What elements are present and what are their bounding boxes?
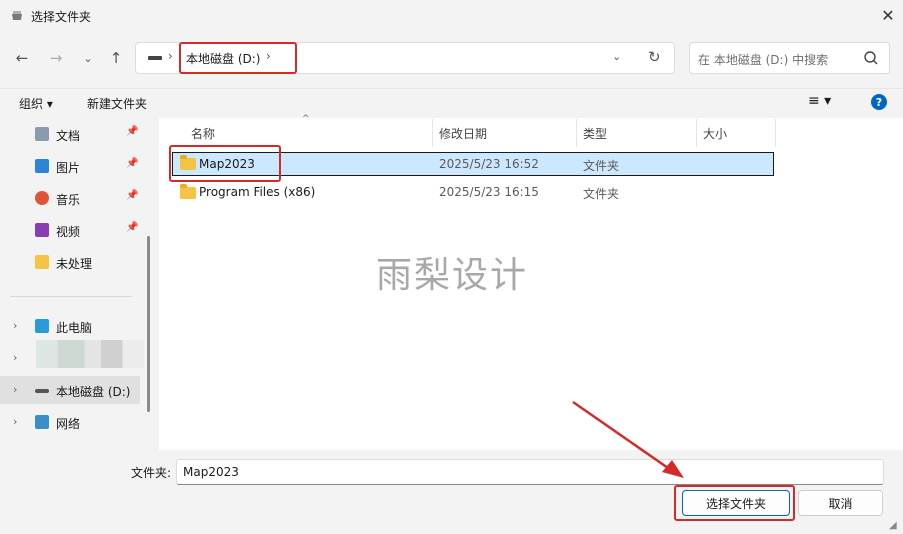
- sidebar-item-network[interactable]: › 网络: [0, 408, 148, 436]
- sidebar-label: 网络: [56, 417, 81, 431]
- column-header-size[interactable]: 大小: [703, 125, 727, 142]
- window-title: 选择文件夹: [31, 10, 92, 24]
- redacted-item: [36, 340, 144, 368]
- sidebar-divider: [10, 296, 132, 297]
- pin-icon[interactable]: 📌: [126, 158, 138, 169]
- sidebar-label: 本地磁盘 (D:): [56, 385, 131, 399]
- videos-icon: [35, 223, 49, 237]
- pictures-icon: [35, 159, 49, 173]
- toolbar-divider: [0, 88, 903, 89]
- sidebar-label: 图片: [56, 161, 81, 175]
- sidebar-item-this-pc[interactable]: › 此电脑: [0, 312, 148, 340]
- sidebar-item-documents[interactable]: 文档 📌: [0, 120, 148, 148]
- forward-arrow-icon[interactable]: →: [44, 46, 68, 70]
- highlight-box-map2023: [169, 145, 281, 182]
- file-type: 文件夹: [583, 159, 620, 173]
- sidebar-label: 未处理: [56, 257, 93, 271]
- drive-icon: [35, 389, 49, 393]
- back-arrow-icon[interactable]: ←: [10, 46, 34, 70]
- sidebar-item-drive-d[interactable]: › 本地磁盘 (D:): [0, 376, 140, 404]
- column-header-name[interactable]: 名称: [191, 125, 215, 142]
- up-arrow-icon[interactable]: ↑: [104, 46, 128, 70]
- file-type: 文件夹: [583, 187, 620, 201]
- sidebar-label: 音乐: [56, 193, 81, 207]
- sidebar-item-videos[interactable]: 视频 📌: [0, 216, 148, 244]
- sidebar-scrollbar[interactable]: [147, 236, 150, 412]
- sort-ascending-icon: ^: [302, 114, 310, 124]
- this-pc-icon: [35, 319, 49, 333]
- title-bar: [0, 0, 903, 32]
- sidebar-label: 视频: [56, 225, 81, 239]
- column-header-modified[interactable]: 修改日期: [439, 125, 487, 142]
- search-icon[interactable]: [862, 49, 880, 67]
- highlight-box-select-button: [674, 485, 795, 521]
- refresh-icon[interactable]: ↻: [648, 48, 661, 66]
- sidebar-item-pictures[interactable]: 图片 📌: [0, 152, 148, 180]
- file-name[interactable]: Program Files (x86): [199, 185, 315, 199]
- column-header-type[interactable]: 类型: [583, 125, 607, 142]
- highlight-box-address: [179, 42, 297, 74]
- folder-icon: [180, 184, 196, 199]
- folder-icon: [35, 255, 49, 269]
- help-icon[interactable]: ?: [871, 94, 887, 110]
- folder-name-input[interactable]: [176, 459, 884, 485]
- pin-icon[interactable]: 📌: [126, 190, 138, 201]
- column-divider[interactable]: [576, 119, 577, 147]
- new-folder-button[interactable]: 新建文件夹: [87, 95, 147, 112]
- file-modified: 2025/5/23 16:52: [439, 157, 539, 171]
- folder-field-label: 文件夹:: [131, 466, 172, 480]
- sidebar-item-music[interactable]: 音乐 📌: [0, 184, 148, 212]
- music-icon: [35, 191, 49, 205]
- sidebar-label: 此电脑: [56, 321, 93, 335]
- expand-chevron-icon[interactable]: ›: [13, 383, 17, 396]
- column-divider[interactable]: [775, 119, 776, 147]
- column-divider[interactable]: [696, 119, 697, 147]
- file-modified: 2025/5/23 16:15: [439, 185, 539, 199]
- organize-menu[interactable]: 组织 ▾: [19, 95, 53, 112]
- network-icon: [35, 415, 49, 429]
- close-icon[interactable]: ✕: [878, 5, 898, 25]
- pin-icon[interactable]: 📌: [126, 222, 138, 233]
- expand-chevron-icon[interactable]: ›: [13, 351, 17, 364]
- cancel-button[interactable]: 取消: [798, 490, 883, 516]
- resize-grip-icon[interactable]: ◢: [889, 520, 897, 531]
- recent-dropdown-icon[interactable]: ⌄: [76, 46, 100, 70]
- sidebar-item-unprocessed[interactable]: 未处理: [0, 248, 148, 276]
- sidebar-label: 文档: [56, 129, 81, 143]
- expand-chevron-icon[interactable]: ›: [13, 319, 17, 332]
- view-options-icon[interactable]: ≡ ▾: [808, 93, 831, 109]
- breadcrumb-separator: ›: [168, 49, 173, 63]
- app-icon: [12, 11, 22, 20]
- search-placeholder[interactable]: 在 本地磁盘 (D:) 中搜索: [698, 51, 828, 68]
- pin-icon[interactable]: 📌: [126, 126, 138, 137]
- watermark-text: 雨梨设计: [376, 255, 529, 296]
- address-dropdown-icon[interactable]: ⌄: [612, 50, 621, 63]
- expand-chevron-icon[interactable]: ›: [13, 415, 17, 428]
- document-icon: [35, 127, 49, 141]
- drive-icon: [148, 56, 162, 60]
- column-divider[interactable]: [432, 119, 433, 147]
